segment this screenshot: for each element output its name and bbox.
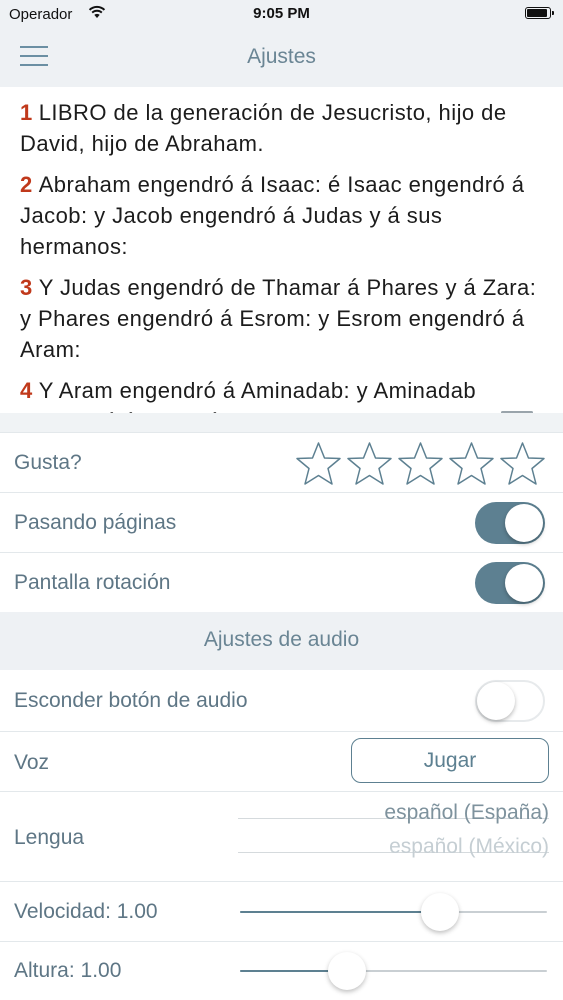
language-option: español (México) xyxy=(389,835,549,858)
language-row: Lengua español (España) español (México) xyxy=(0,791,563,881)
star-icon-1[interactable] xyxy=(293,441,344,487)
verse-text: LIBRO de la generación de Jesucristo, hi… xyxy=(20,100,507,156)
language-label: Lengua xyxy=(14,826,85,849)
verse-number: 1 xyxy=(20,100,33,125)
nav-bar: Ajustes xyxy=(0,28,563,87)
star-icon-4[interactable] xyxy=(446,441,497,487)
rotation-label: Pantalla rotación xyxy=(14,571,171,594)
pitch-slider[interactable] xyxy=(240,951,547,991)
pitch-label: Altura: 1.00 xyxy=(14,959,122,982)
verse: 2 Abraham engendró á Isaac: é Isaac engen… xyxy=(20,169,543,262)
star-icon-5[interactable] xyxy=(497,441,548,487)
star-icon-2[interactable] xyxy=(344,441,395,487)
status-bar: Operador 9:05 PM xyxy=(0,0,563,28)
hide-audio-button-label: Esconder botón de audio xyxy=(14,689,248,712)
speed-slider[interactable] xyxy=(240,892,547,932)
verse-number: 2 xyxy=(20,172,33,197)
verse: 3Y Judas engendró de Thamar á Phares y á… xyxy=(20,272,543,365)
play-button[interactable]: Jugar xyxy=(351,738,549,783)
language-selected: español (España) xyxy=(384,801,549,824)
rating-label: Gusta? xyxy=(14,451,82,474)
hide-audio-button-toggle[interactable] xyxy=(475,680,545,722)
star-icon-3[interactable] xyxy=(395,441,446,487)
page-title: Ajustes xyxy=(247,45,316,68)
speed-row: Velocidad: 1.00 xyxy=(0,881,563,941)
voice-label: Voz xyxy=(14,751,50,774)
scroll-indicator xyxy=(501,411,533,413)
pitch-slider-thumb[interactable] xyxy=(328,952,367,990)
verse: 4Y Aram engendró á Aminadab: y Aminadab … xyxy=(20,375,543,413)
voice-row: Voz Jugar xyxy=(0,731,563,791)
pitch-row: Altura: 1.00 xyxy=(0,941,563,1000)
hide-audio-button-row: Esconder botón de audio xyxy=(0,670,563,731)
audio-section-header: Ajustes de audio xyxy=(0,612,563,670)
language-picker[interactable]: español (España) español (México) xyxy=(238,796,549,878)
rotation-row: Pantalla rotación xyxy=(0,552,563,612)
verse-text: Abraham engendró á Isaac: é Isaac engend… xyxy=(20,172,525,259)
verse: 1 LIBRO de la generación de Jesucristo, h… xyxy=(20,97,543,159)
page-turn-row: Pasando páginas xyxy=(0,492,563,552)
rating-stars xyxy=(293,441,548,487)
rotation-toggle[interactable] xyxy=(475,562,545,604)
section-title: Ajustes de audio xyxy=(203,628,360,651)
rating-row: Gusta? xyxy=(0,432,563,492)
verse-number: 3 xyxy=(20,275,33,300)
clock: 9:05 PM xyxy=(253,5,310,22)
verse-text: Y Aram engendró á Aminadab: y Aminadab e… xyxy=(20,378,477,413)
battery-icon xyxy=(525,7,554,19)
speed-label: Velocidad: 1.00 xyxy=(14,900,158,923)
text-preview[interactable]: 1 LIBRO de la generación de Jesucristo, h… xyxy=(0,87,563,413)
verse-number: 4 xyxy=(20,378,33,403)
speed-slider-thumb[interactable] xyxy=(420,893,459,931)
verse-text: Y Judas engendró de Thamar á Phares y á … xyxy=(20,275,537,362)
page-turn-label: Pasando páginas xyxy=(14,511,177,534)
page-turn-toggle[interactable] xyxy=(475,502,545,544)
